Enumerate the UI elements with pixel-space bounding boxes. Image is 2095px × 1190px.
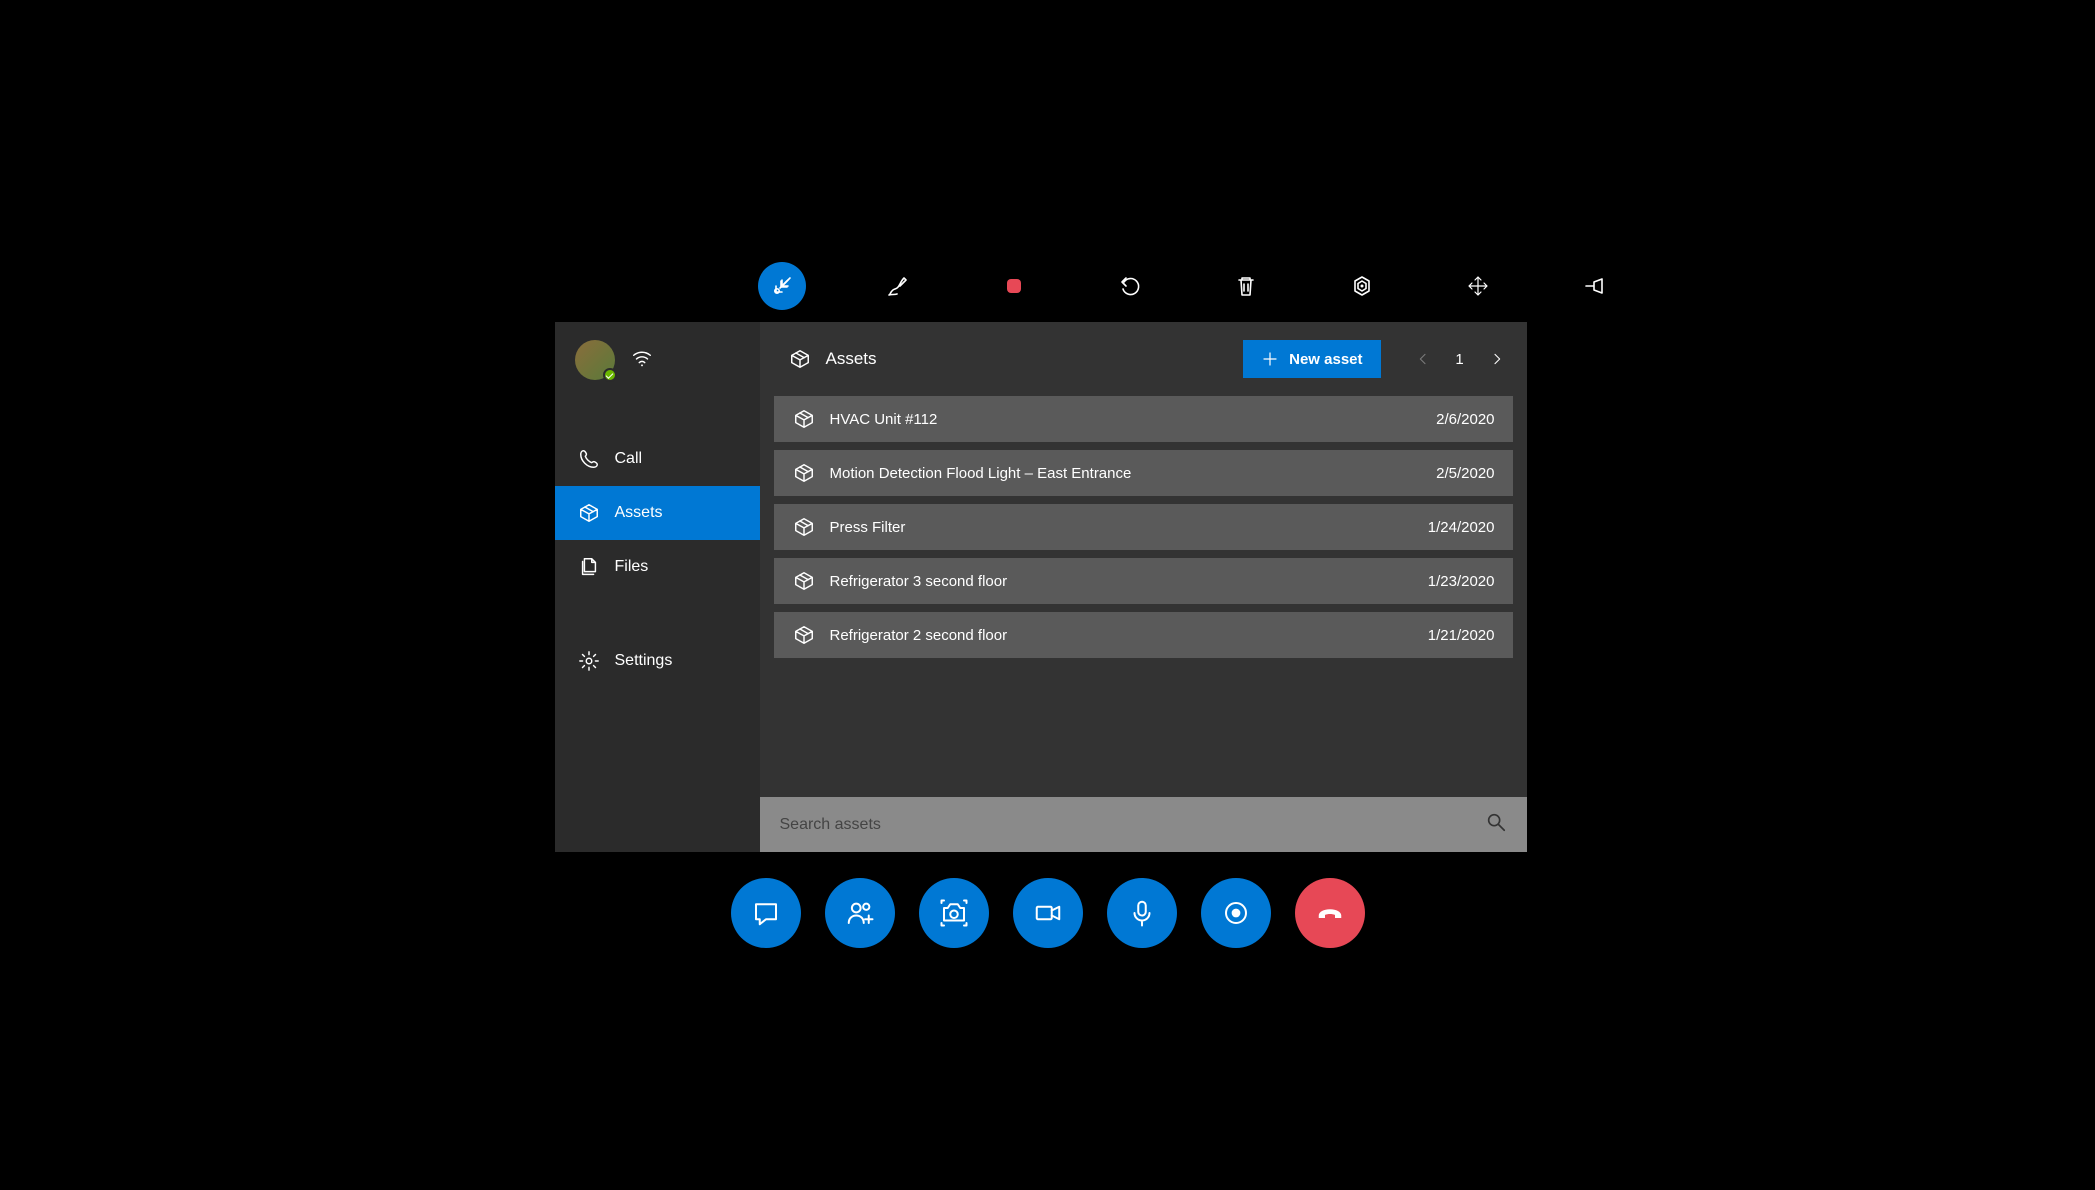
asset-name: Motion Detection Flood Light – East Entr… [830, 465, 1423, 482]
record-button[interactable] [1201, 878, 1271, 948]
chat-icon [751, 898, 781, 928]
asset-row[interactable]: Motion Detection Flood Light – East Entr… [774, 450, 1513, 496]
undo-icon [1118, 274, 1142, 298]
annotation-toolbar [758, 262, 1618, 310]
sidebar-item-label: Call [615, 450, 643, 468]
box-icon [792, 408, 816, 430]
sidebar: Call Assets Files [555, 322, 760, 852]
sidebar-item-call[interactable]: Call [555, 432, 760, 486]
asset-date: 2/6/2020 [1436, 411, 1494, 428]
ink-button[interactable] [874, 262, 922, 310]
hangup-button[interactable] [1295, 878, 1365, 948]
sidebar-item-label: Settings [615, 652, 673, 670]
plus-icon [1261, 350, 1279, 368]
hangup-icon [1315, 898, 1345, 928]
mic-icon [1127, 898, 1157, 928]
sidebar-item-assets[interactable]: Assets [555, 486, 760, 540]
ink-icon [886, 274, 910, 298]
asset-date: 1/21/2020 [1428, 627, 1495, 644]
asset-row[interactable]: HVAC Unit #112 2/6/2020 [774, 396, 1513, 442]
asset-date: 1/24/2020 [1428, 519, 1495, 536]
stop-shape-button[interactable] [990, 262, 1038, 310]
box-icon [792, 462, 816, 484]
page-title: Assets [826, 349, 877, 369]
asset-name: HVAC Unit #112 [830, 411, 1423, 428]
move-button[interactable] [1454, 262, 1502, 310]
asset-row[interactable]: Press Filter 1/24/2020 [774, 504, 1513, 550]
add-people-icon [845, 898, 875, 928]
sidebar-item-label: Assets [615, 504, 663, 522]
main-panel: Call Assets Files [555, 322, 1527, 852]
prev-page-button[interactable] [1413, 349, 1433, 369]
box-icon [577, 502, 601, 524]
asset-name: Refrigerator 2 second floor [830, 627, 1414, 644]
box-icon [792, 570, 816, 592]
asset-name: Refrigerator 3 second floor [830, 573, 1414, 590]
search-input[interactable] [780, 816, 1485, 834]
profile-row [555, 322, 760, 390]
chevron-right-icon [1489, 351, 1505, 367]
sidebar-item-label: Files [615, 558, 649, 576]
presence-available-icon [603, 368, 617, 382]
record-icon [1221, 898, 1251, 928]
mic-button[interactable] [1107, 878, 1177, 948]
camera-icon [939, 898, 969, 928]
chat-button[interactable] [731, 878, 801, 948]
files-icon [577, 556, 601, 578]
add-people-button[interactable] [825, 878, 895, 948]
box-icon [792, 624, 816, 646]
asset-date: 1/23/2020 [1428, 573, 1495, 590]
gear-icon [577, 650, 601, 672]
trash-button[interactable] [1222, 262, 1270, 310]
chevron-left-icon [1415, 351, 1431, 367]
target-icon [1350, 274, 1374, 298]
content-area: Assets New asset 1 [760, 322, 1527, 852]
target-button[interactable] [1338, 262, 1386, 310]
stop-shape-icon [1002, 274, 1026, 298]
minimize-button[interactable] [758, 262, 806, 310]
asset-row[interactable]: Refrigerator 2 second floor 1/21/2020 [774, 612, 1513, 658]
next-page-button[interactable] [1487, 349, 1507, 369]
asset-date: 2/5/2020 [1436, 465, 1494, 482]
app-canvas: Call Assets Files [318, 182, 1778, 1008]
wifi-icon [631, 347, 653, 374]
sidebar-item-files[interactable]: Files [555, 540, 760, 594]
page-number: 1 [1451, 351, 1469, 368]
move-icon [1466, 274, 1490, 298]
sidebar-item-settings[interactable]: Settings [555, 634, 760, 688]
pin-button[interactable] [1570, 262, 1618, 310]
box-icon [788, 348, 812, 370]
new-asset-button[interactable]: New asset [1243, 340, 1380, 378]
undo-button[interactable] [1106, 262, 1154, 310]
call-icon [577, 448, 601, 470]
trash-icon [1234, 274, 1258, 298]
video-icon [1033, 898, 1063, 928]
search-icon[interactable] [1485, 811, 1507, 838]
snapshot-button[interactable] [919, 878, 989, 948]
box-icon [792, 516, 816, 538]
pager: 1 [1413, 349, 1507, 369]
sidebar-nav: Call Assets Files [555, 432, 760, 688]
content-header: Assets New asset 1 [760, 322, 1527, 396]
new-asset-label: New asset [1289, 351, 1362, 368]
video-button[interactable] [1013, 878, 1083, 948]
minimize-icon [770, 274, 794, 298]
avatar[interactable] [575, 340, 615, 380]
asset-list: HVAC Unit #112 2/6/2020 Motion Detection… [760, 396, 1527, 658]
asset-name: Press Filter [830, 519, 1414, 536]
asset-row[interactable]: Refrigerator 3 second floor 1/23/2020 [774, 558, 1513, 604]
pin-icon [1582, 274, 1606, 298]
call-controls [318, 878, 1778, 948]
search-bar [760, 797, 1527, 852]
